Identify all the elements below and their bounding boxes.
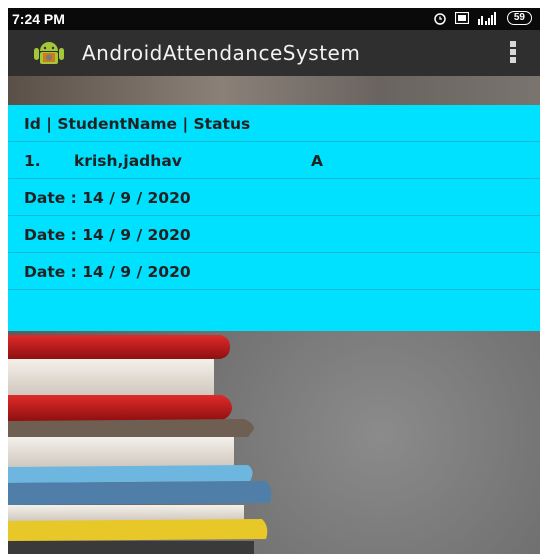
app-title: AndroidAttendanceSystem (82, 41, 361, 65)
student-id: 1. (24, 152, 41, 170)
list-item[interactable]: Date : 14 / 9 / 2020 (8, 253, 540, 290)
data-icon (454, 12, 469, 24)
student-status: A (311, 152, 323, 170)
date-label: Date : 14 / 9 / 2020 (24, 263, 191, 281)
attendance-list: Id | StudentName | Status 1. krish,jadha… (8, 105, 540, 331)
status-bar: 7:24 PM 59 (8, 8, 540, 30)
books-stack-image (8, 335, 272, 554)
date-label: Date : 14 / 9 / 2020 (24, 189, 191, 207)
list-header-row: Id | StudentName | Status (8, 105, 540, 142)
overflow-menu-icon[interactable] (510, 41, 518, 65)
signal-icon (477, 11, 496, 25)
background-strip (8, 76, 540, 106)
status-time: 7:24 PM (12, 11, 65, 27)
list-item[interactable]: 1. krish,jadhav A (8, 142, 540, 179)
action-bar: AndroidAttendanceSystem (8, 30, 540, 76)
list-item[interactable]: Date : 14 / 9 / 2020 (8, 216, 540, 253)
date-label: Date : 14 / 9 / 2020 (24, 226, 191, 244)
list-header: Id | StudentName | Status (24, 115, 251, 133)
phone-screen: 7:24 PM 59 AndroidAttendanceSystem Id | … (8, 8, 540, 554)
list-item[interactable]: Date : 14 / 9 / 2020 (8, 179, 540, 216)
battery-indicator: 59 (506, 11, 532, 25)
alarm-icon (434, 13, 446, 25)
student-name: krish,jadhav (74, 152, 182, 170)
status-icons: 59 (433, 11, 532, 25)
android-icon (34, 42, 64, 64)
